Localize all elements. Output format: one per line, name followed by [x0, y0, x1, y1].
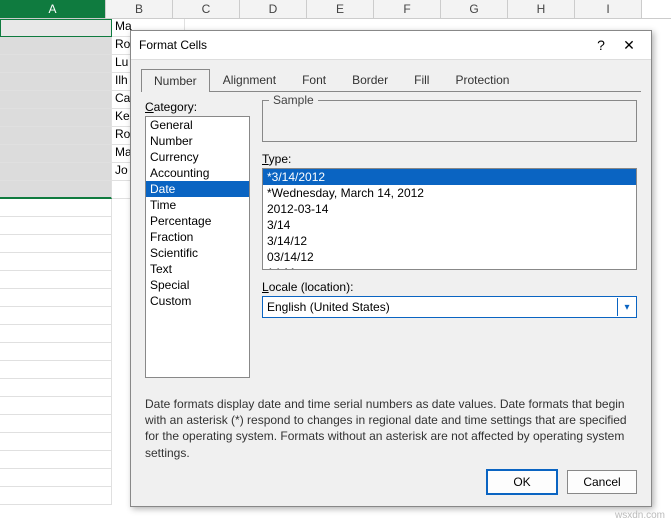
- cell-a20[interactable]: [0, 361, 112, 379]
- category-scientific[interactable]: Scientific: [146, 245, 249, 261]
- tab-border[interactable]: Border: [339, 68, 401, 91]
- column-headers: A B C D E F G H I: [0, 0, 671, 19]
- type-item-5[interactable]: 03/14/12: [263, 249, 636, 265]
- close-button[interactable]: ✕: [615, 37, 643, 54]
- type-item-1[interactable]: *Wednesday, March 14, 2012: [263, 185, 636, 201]
- type-list[interactable]: *3/14/2012 *Wednesday, March 14, 2012 20…: [262, 168, 637, 270]
- cell-a26[interactable]: [0, 469, 112, 487]
- col-header-i[interactable]: I: [575, 0, 642, 18]
- cell-a16[interactable]: [0, 289, 112, 307]
- cell-a12[interactable]: [0, 217, 112, 235]
- chevron-down-icon[interactable]: ▾: [617, 298, 636, 316]
- col-header-c[interactable]: C: [173, 0, 240, 18]
- cancel-button[interactable]: Cancel: [567, 470, 637, 494]
- category-number[interactable]: Number: [146, 133, 249, 149]
- cell-a21[interactable]: [0, 379, 112, 397]
- category-text[interactable]: Text: [146, 261, 249, 277]
- type-item-3[interactable]: 3/14: [263, 217, 636, 233]
- cell-a27[interactable]: [0, 487, 112, 505]
- cell-a18[interactable]: [0, 325, 112, 343]
- cell-a15[interactable]: [0, 271, 112, 289]
- tab-alignment[interactable]: Alignment: [210, 68, 289, 91]
- category-time[interactable]: Time: [146, 197, 249, 213]
- cell-a5[interactable]: [0, 91, 112, 109]
- tab-bar: Number Alignment Font Border Fill Protec…: [131, 60, 651, 91]
- description-text: Date formats display date and time seria…: [131, 386, 651, 461]
- titlebar: Format Cells ? ✕: [131, 31, 651, 60]
- type-label: Type:: [262, 152, 637, 166]
- locale-label: Locale (location):: [262, 280, 637, 294]
- cell-a9[interactable]: [0, 163, 112, 181]
- cell-a6[interactable]: [0, 109, 112, 127]
- col-header-d[interactable]: D: [240, 0, 307, 18]
- sample-label: Sample: [269, 93, 318, 107]
- cell-a14[interactable]: [0, 253, 112, 271]
- cell-a24[interactable]: [0, 433, 112, 451]
- cell-a4[interactable]: [0, 73, 112, 91]
- cell-a13[interactable]: [0, 235, 112, 253]
- category-date[interactable]: Date: [146, 181, 249, 197]
- cell-a2[interactable]: [0, 37, 112, 55]
- category-general[interactable]: General: [146, 117, 249, 133]
- cell-a8[interactable]: [0, 145, 112, 163]
- col-header-f[interactable]: F: [374, 0, 441, 18]
- locale-value: English (United States): [263, 300, 617, 314]
- type-item-0[interactable]: *3/14/2012: [263, 169, 636, 185]
- col-header-a[interactable]: A: [0, 0, 106, 18]
- tab-fill[interactable]: Fill: [401, 68, 442, 91]
- category-percentage[interactable]: Percentage: [146, 213, 249, 229]
- tab-protection[interactable]: Protection: [442, 68, 522, 91]
- category-label: Category:: [145, 100, 250, 114]
- cell-a11[interactable]: [0, 199, 112, 217]
- cell-a19[interactable]: [0, 343, 112, 361]
- category-column: Category: General Number Currency Accoun…: [145, 100, 250, 378]
- category-special[interactable]: Special: [146, 277, 249, 293]
- cell-a22[interactable]: [0, 397, 112, 415]
- tab-font[interactable]: Font: [289, 68, 339, 91]
- type-item-4[interactable]: 3/14/12: [263, 233, 636, 249]
- cell-a10[interactable]: [0, 181, 112, 199]
- category-fraction[interactable]: Fraction: [146, 229, 249, 245]
- sample-box: Sample: [262, 100, 637, 142]
- button-row: OK Cancel: [487, 470, 637, 494]
- cell-a23[interactable]: [0, 415, 112, 433]
- dialog-title: Format Cells: [139, 38, 587, 52]
- cell-a3[interactable]: [0, 55, 112, 73]
- cell-a7[interactable]: [0, 127, 112, 145]
- col-header-b[interactable]: B: [106, 0, 173, 18]
- help-button[interactable]: ?: [587, 37, 615, 53]
- category-list[interactable]: General Number Currency Accounting Date …: [145, 116, 250, 378]
- col-header-h[interactable]: H: [508, 0, 575, 18]
- format-cells-dialog: Format Cells ? ✕ Number Alignment Font B…: [130, 30, 652, 507]
- cell-a25[interactable]: [0, 451, 112, 469]
- type-item-2[interactable]: 2012-03-14: [263, 201, 636, 217]
- col-header-g[interactable]: G: [441, 0, 508, 18]
- category-accounting[interactable]: Accounting: [146, 165, 249, 181]
- tab-number[interactable]: Number: [141, 69, 210, 92]
- locale-select[interactable]: English (United States) ▾: [262, 296, 637, 318]
- cell-a17[interactable]: [0, 307, 112, 325]
- ok-button[interactable]: OK: [487, 470, 557, 494]
- category-custom[interactable]: Custom: [146, 293, 249, 309]
- detail-column: Sample Type: *3/14/2012 *Wednesday, Marc…: [262, 100, 637, 378]
- dialog-content: Category: General Number Currency Accoun…: [131, 92, 651, 386]
- cell-a1[interactable]: [0, 19, 112, 37]
- col-header-e[interactable]: E: [307, 0, 374, 18]
- watermark: wsxdn.com: [615, 510, 665, 521]
- category-currency[interactable]: Currency: [146, 149, 249, 165]
- type-item-6[interactable]: 14-Mar: [263, 265, 636, 270]
